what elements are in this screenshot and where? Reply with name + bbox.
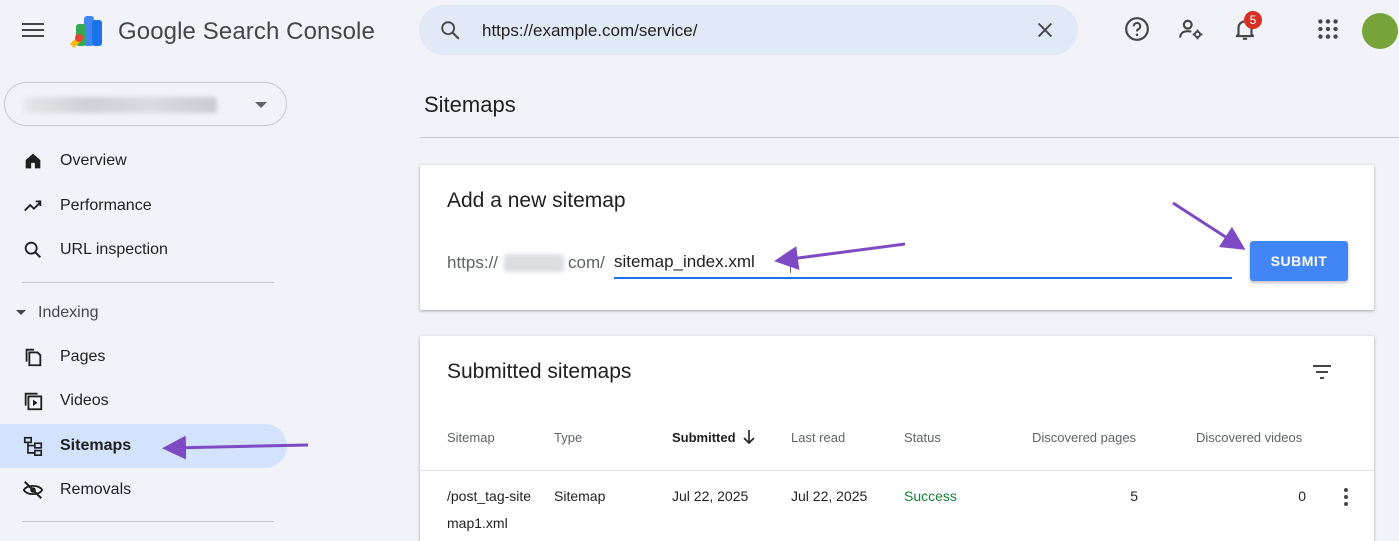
sidebar-section-label: Indexing: [38, 304, 99, 321]
sitemap-url-prefix-end: com/: [568, 253, 605, 272]
sitemap-icon: [23, 436, 43, 456]
avatar[interactable]: [1362, 13, 1398, 49]
search-input-value[interactable]: https://example.com/service/: [482, 21, 697, 41]
column-header-sitemap[interactable]: Sitemap: [447, 430, 495, 445]
sidebar-item-label: Videos: [60, 392, 109, 409]
more-vert-icon[interactable]: [1338, 486, 1354, 508]
chevron-down-icon: [255, 102, 267, 108]
sidebar-item-label: Sitemaps: [60, 437, 132, 454]
sidebar-item-sitemaps[interactable]: Sitemaps: [0, 424, 287, 468]
notification-badge: 5: [1244, 11, 1262, 29]
pages-icon: [25, 348, 42, 367]
arrow-down-icon: [743, 430, 755, 445]
search-console-logo[interactable]: [68, 14, 108, 50]
column-header-discovered-pages[interactable]: Discovered pages: [1032, 430, 1136, 445]
sidebar-item-removals[interactable]: Removals: [0, 468, 287, 512]
card-title: Submitted sitemaps: [447, 360, 632, 383]
account-settings-icon[interactable]: [1178, 16, 1204, 42]
sidebar-item-label: Removals: [60, 481, 132, 498]
property-selector[interactable]: [4, 82, 287, 126]
url-inspect-search[interactable]: https://example.com/service/: [419, 5, 1078, 55]
submitted-sitemaps-card: Submitted sitemaps Sitemap Type Submitte…: [420, 336, 1374, 541]
cell-discovered-videos: 0: [1298, 488, 1306, 504]
cell-type: Sitemap: [554, 488, 606, 504]
page-title-divider: [420, 137, 1399, 138]
sidebar-item-url-inspection[interactable]: URL inspection: [0, 228, 287, 272]
search-icon: [24, 241, 42, 259]
help-icon[interactable]: [1124, 16, 1150, 42]
search-icon[interactable]: [439, 19, 461, 41]
sidebar-item-pages[interactable]: Pages: [0, 335, 287, 379]
column-header-status[interactable]: Status: [904, 430, 941, 445]
sidebar-item-label: Pages: [60, 348, 106, 365]
menu-icon[interactable]: [22, 20, 44, 40]
column-header-submitted[interactable]: Submitted: [672, 430, 736, 445]
sidebar-item-videos[interactable]: Videos: [0, 379, 287, 423]
page-title: Sitemaps: [424, 92, 516, 117]
column-header-type[interactable]: Type: [554, 430, 582, 445]
sidebar-divider: [22, 282, 274, 283]
visibility-off-icon: [22, 481, 44, 499]
filter-icon[interactable]: [1310, 360, 1334, 384]
cell-sitemap[interactable]: /post_tag-sitemap1.xml: [447, 483, 535, 537]
trending-up-icon: [24, 200, 42, 212]
sitemap-url-input[interactable]: [614, 249, 1232, 279]
domain-redacted: [504, 254, 564, 272]
sidebar-item-label: Performance: [60, 197, 152, 214]
property-name-redacted: [23, 97, 217, 113]
close-icon[interactable]: [1034, 19, 1056, 41]
submit-button[interactable]: SUBMIT: [1250, 241, 1348, 281]
cell-discovered-pages: 5: [1130, 488, 1138, 504]
sidebar-divider: [22, 521, 274, 522]
cell-last-read: Jul 22, 2025: [791, 488, 868, 504]
sidebar-item-performance[interactable]: Performance: [0, 184, 287, 228]
brand-name: Google Search Console: [118, 18, 375, 45]
table-header-divider: [420, 470, 1374, 471]
card-title: Add a new sitemap: [447, 189, 626, 212]
add-sitemap-card: Add a new sitemap https:// com/ SUBMIT: [420, 165, 1374, 310]
top-app-bar: Google Search Console https://example.co…: [0, 0, 1399, 64]
cell-status: Success: [904, 488, 957, 504]
sidebar-item-label: URL inspection: [60, 241, 168, 258]
sidebar-item-overview[interactable]: Overview: [0, 139, 287, 183]
text-cursor: [790, 253, 791, 273]
column-header-last-read[interactable]: Last read: [791, 430, 845, 445]
sidebar-item-label: Overview: [60, 152, 127, 169]
video-icon: [24, 392, 43, 411]
sitemap-url-prefix: https://: [447, 253, 499, 272]
cell-submitted: Jul 22, 2025: [672, 488, 749, 504]
home-icon: [25, 153, 41, 169]
column-header-discovered-videos[interactable]: Discovered videos: [1196, 430, 1302, 445]
apps-grid-icon[interactable]: [1315, 16, 1341, 42]
caret-down-icon: [16, 310, 26, 315]
